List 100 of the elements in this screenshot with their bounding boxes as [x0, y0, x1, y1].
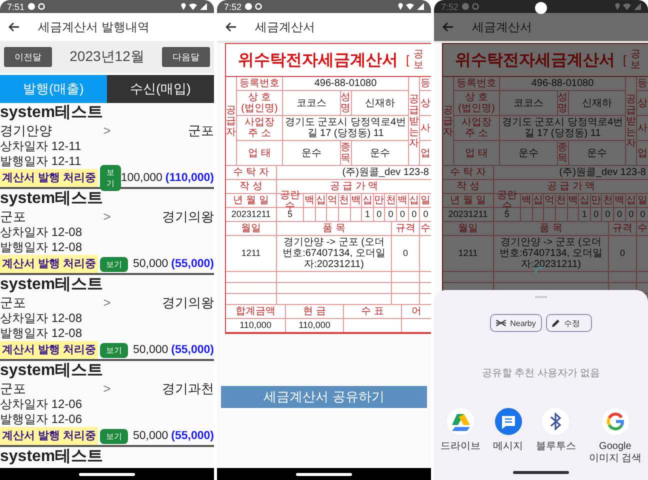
screen-title: 세금계산서	[472, 18, 532, 36]
crossed-arrows-icon	[496, 320, 506, 326]
app-label[interactable]: 드라이브	[440, 441, 480, 453]
status-time: 7:52	[224, 2, 242, 12]
form-label: 합계금액	[236, 306, 276, 317]
form-label: 품 목	[540, 223, 562, 234]
back-button[interactable]	[225, 21, 237, 33]
view-button[interactable]: 보기	[100, 428, 128, 444]
destination-text: 경기과천	[161, 380, 214, 397]
form-value: 1211	[458, 248, 478, 259]
issue-date: 발행일자 12-08	[0, 240, 84, 255]
form-label: 업	[638, 148, 648, 158]
location-icon	[398, 3, 403, 10]
form-value: 경기안양 -> 군포 (오더번호:67407134, 오더일자:20231211)	[282, 237, 386, 270]
form-label: 억	[544, 195, 555, 206]
form-label: 사	[420, 122, 430, 134]
issue-date: 발행일자 12-11	[0, 154, 82, 169]
status-label: 계산서 발행 처리중	[0, 427, 98, 445]
form-label: 천	[339, 195, 350, 206]
form-label: 백	[397, 195, 408, 206]
status-label: 계산서 발행 처리중	[0, 341, 98, 359]
view-button[interactable]: 보기	[100, 165, 121, 191]
view-button[interactable]: 보기	[100, 342, 128, 358]
form-value: 0	[388, 209, 394, 220]
form-label: 현 금	[303, 306, 326, 317]
amount-text: 50,000	[132, 258, 168, 270]
form-value: (주)원콜_dev 123-8	[342, 167, 429, 178]
form-value: 경기안양 -> 군포 (오더번호:67407134, 오더일자:20231211)	[498, 237, 604, 270]
form-label: 공 급 가 액	[330, 181, 378, 192]
form-label: 공급받는자	[626, 94, 636, 148]
form-value: 0	[616, 209, 622, 220]
signal-icon	[634, 3, 641, 10]
form-value: 0	[400, 209, 405, 220]
previous-month-button[interactable]: 이전달	[4, 47, 52, 67]
app-label[interactable]: 블루투스	[536, 441, 576, 453]
company-name: system테스트	[0, 189, 104, 208]
wifi-icon	[189, 3, 197, 10]
form-label: 월일	[241, 223, 261, 234]
form-label: 상 호 (법인명)	[458, 92, 495, 114]
pencil-icon	[552, 319, 560, 327]
screen-title: 세금계산서	[255, 18, 315, 36]
form-label: 업 태	[248, 148, 271, 158]
route-arrow: >	[102, 208, 112, 225]
form-value: 0	[605, 209, 610, 220]
form-label: 년 월 일	[450, 195, 486, 206]
loading-date: 상차일자 12-06	[0, 397, 84, 412]
dot-icon	[462, 3, 469, 10]
form-value: 0	[412, 209, 417, 220]
form-label: 년 월 일	[233, 195, 269, 206]
form-value: (주)원콜_dev 123-8	[559, 167, 646, 178]
form-label: 공급받는자	[409, 94, 419, 148]
form-label: 규격	[396, 223, 416, 234]
bracket-mark: [	[406, 53, 410, 67]
company-name: system테스트	[0, 103, 104, 122]
origin-text: 군포	[0, 208, 27, 225]
tab[interactable]: 수신(매입)	[107, 75, 214, 103]
form-label: 공급자	[443, 104, 453, 138]
form-label: 업 태	[465, 148, 488, 158]
form-value: 0	[402, 248, 408, 259]
form-value: 496-88-01080	[314, 78, 377, 89]
back-button[interactable]	[8, 21, 20, 33]
form-label: 백	[350, 195, 361, 206]
app-label[interactable]: Google 이미지 검색	[588, 441, 642, 465]
location-icon	[615, 3, 620, 10]
ring-icon	[38, 3, 45, 10]
sheet-handle[interactable]	[535, 296, 547, 298]
view-button[interactable]: 보기	[100, 256, 128, 272]
form-value: 110,000	[298, 320, 330, 331]
form-value: 1	[582, 209, 588, 220]
form-label: 공급자	[226, 104, 236, 138]
form-value: 0	[594, 209, 599, 220]
home-indicator	[296, 472, 352, 476]
chip-button[interactable]: 수정	[546, 314, 592, 332]
back-arrow-icon	[225, 21, 237, 33]
form-label: 수	[420, 223, 430, 234]
form-value: 20231211	[448, 209, 488, 220]
form-value: 경기도 군포시 당정역로4번길 17 (당정동) 11	[284, 117, 408, 139]
form-label: 공보	[630, 49, 640, 71]
form-value: 0	[423, 209, 428, 220]
status-label: 계산서 발행 처리중	[0, 255, 98, 273]
form-label: 등	[420, 78, 430, 89]
status-time: 7:51	[7, 2, 25, 12]
chip-button[interactable]: Nearby	[490, 314, 542, 332]
form-label: 공란수	[496, 190, 518, 212]
issue-date: 발행일자 12-08	[0, 326, 84, 341]
form-label: 수 표	[361, 306, 384, 317]
amount-text: 50,000	[132, 430, 168, 442]
route-arrow: >	[102, 380, 112, 397]
form-label: 일	[638, 195, 648, 206]
destination-text: 군포	[187, 122, 214, 139]
form-label: 천	[602, 195, 613, 206]
form-label: 상 호 (법인명)	[241, 92, 278, 114]
loading-date: 상차일자 12-11	[0, 139, 82, 154]
company-name: system테스트	[0, 361, 104, 380]
next-month-button[interactable]: 다음달	[162, 47, 210, 67]
form-label: 만	[374, 195, 384, 206]
form-label: 수	[638, 223, 648, 234]
form-label: 십	[362, 195, 373, 206]
form-label: 천	[386, 195, 396, 206]
app-label[interactable]: 메시지	[493, 441, 524, 453]
